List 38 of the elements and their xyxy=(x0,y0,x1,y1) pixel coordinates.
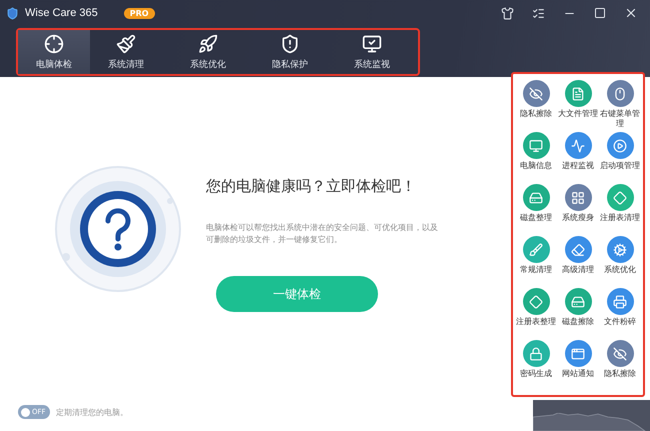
tool-item[interactable]: 启动项管理 xyxy=(599,132,641,181)
maximize-icon[interactable] xyxy=(594,7,606,19)
crosshair-icon xyxy=(44,34,64,54)
shield-icon xyxy=(280,34,300,54)
tool-item[interactable]: 密码生成 xyxy=(515,340,557,389)
tool-item[interactable]: 进程监视 xyxy=(557,132,599,181)
monitor-icon xyxy=(362,34,382,54)
nav-tab[interactable]: 系统清理 xyxy=(90,30,162,74)
window-title: Wise Care 365 xyxy=(25,7,98,19)
tool-item[interactable]: 注册表整理 xyxy=(515,288,557,337)
nav-tab[interactable]: 电脑体检 xyxy=(18,30,90,74)
tool-item[interactable]: 注册表清理 xyxy=(599,184,641,233)
menu-icon[interactable] xyxy=(532,6,545,20)
tool-item[interactable]: 系统优化 xyxy=(599,236,641,285)
nav-tab[interactable]: 系统监视 xyxy=(336,30,408,74)
tool-item[interactable]: 网站通知 xyxy=(557,340,599,389)
description: 电脑体检可以帮您找出系统中潜在的安全问题、可优化项目，以及可删除的垃圾文件，并一键修复它们。 xyxy=(206,222,438,246)
tool-item[interactable]: 大文件管理 xyxy=(557,80,599,129)
close-icon[interactable] xyxy=(624,6,638,20)
rocket-icon xyxy=(198,34,218,54)
tool-item[interactable]: 文件粉碎 xyxy=(599,288,641,337)
tool-item[interactable]: 系统瘦身 xyxy=(557,184,599,233)
tool-item[interactable]: 隐私擦除 xyxy=(599,340,641,389)
tool-item[interactable]: 高级清理 xyxy=(557,236,599,285)
nav-tab[interactable]: 隐私保护 xyxy=(254,30,326,74)
schedule-text: 定期清理您的电脑。 xyxy=(56,406,128,418)
shirt-icon[interactable] xyxy=(501,6,514,20)
tool-item[interactable]: 电脑信息 xyxy=(515,132,557,181)
tool-item[interactable]: 常规清理 xyxy=(515,236,557,285)
tool-item[interactable]: 磁盘擦除 xyxy=(557,288,599,337)
nav-tab[interactable]: 系统优化 xyxy=(172,30,244,74)
tool-item[interactable]: 磁盘整理 xyxy=(515,184,557,233)
tool-item[interactable]: 隐私擦除 xyxy=(515,80,557,129)
broom-icon xyxy=(116,34,136,54)
pro-badge: PRO xyxy=(124,8,155,18)
shield-logo-icon xyxy=(6,6,19,20)
tool-item[interactable]: 右键菜单管理 xyxy=(599,80,641,129)
headline: 您的电脑健康吗？立即体检吧！ xyxy=(206,177,417,196)
